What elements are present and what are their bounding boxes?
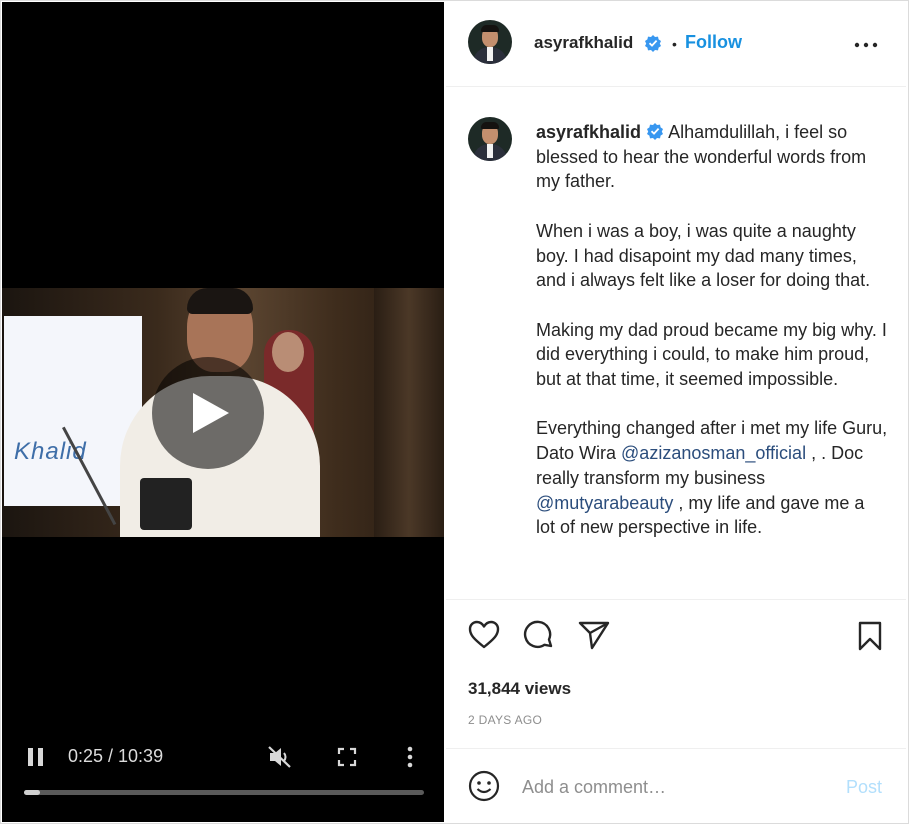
mention-link-azizanosman[interactable]: @azizanosman_official xyxy=(621,443,806,463)
post-header: asyrafkhalid • Follow xyxy=(446,2,906,87)
play-icon xyxy=(193,393,229,433)
avatar[interactable] xyxy=(468,20,512,64)
post-actions: 31,844 views 2 DAYS AGO xyxy=(446,600,906,749)
video-progress-bar[interactable] xyxy=(24,790,424,795)
heart-icon[interactable] xyxy=(468,620,500,650)
caption-username[interactable]: asyrafkhalid xyxy=(536,122,641,142)
header-username[interactable]: asyrafkhalid xyxy=(534,33,633,53)
share-icon[interactable] xyxy=(578,620,610,650)
post-timestamp[interactable]: 2 DAYS AGO xyxy=(468,713,542,727)
mute-icon[interactable] xyxy=(266,744,294,770)
verified-badge-icon xyxy=(647,123,663,140)
caption-paragraph-2: When i was a boy, i was quite a naughty … xyxy=(536,220,871,291)
caption-avatar[interactable] xyxy=(468,117,512,161)
caption-paragraph-4: Everything changed after i met my life G… xyxy=(536,416,888,540)
comment-bar: Post xyxy=(446,749,906,822)
caption-text: asyrafkhalid Alhamdulillah, i feel so bl… xyxy=(536,120,888,565)
fullscreen-icon[interactable] xyxy=(336,746,358,768)
verified-badge-icon xyxy=(645,35,661,52)
post-button[interactable]: Post xyxy=(846,777,882,798)
bookmark-icon[interactable] xyxy=(857,621,883,651)
pause-icon[interactable] xyxy=(28,748,44,766)
comment-input[interactable] xyxy=(522,775,812,799)
background-pillar xyxy=(374,288,444,537)
caption-area: asyrafkhalid Alhamdulillah, i feel so bl… xyxy=(446,87,906,600)
more-options-icon[interactable] xyxy=(854,42,878,48)
comment-icon[interactable] xyxy=(523,620,555,652)
speaker-hair xyxy=(187,288,253,314)
mention-link-mutyarabeauty[interactable]: @mutyarabeauty xyxy=(536,493,673,513)
caption-paragraph-3: Making my dad proud became my big why. I… xyxy=(536,319,887,389)
view-count[interactable]: 31,844 views xyxy=(468,679,571,699)
emoji-icon[interactable] xyxy=(468,770,500,802)
header-separator: • xyxy=(672,36,677,52)
follow-button[interactable]: Follow xyxy=(685,32,742,53)
video-time: 0:25 / 10:39 xyxy=(68,746,164,766)
video-progress-fill xyxy=(24,790,40,795)
more-vertical-icon[interactable] xyxy=(406,746,414,768)
video-controls: 0:25 / 10:39 xyxy=(2,738,444,808)
caption-paragraph: asyrafkhalid Alhamdulillah, i feel so bl… xyxy=(536,120,888,194)
phone-on-stand xyxy=(140,478,192,530)
background-person-head xyxy=(272,332,304,372)
play-button[interactable] xyxy=(152,357,264,469)
